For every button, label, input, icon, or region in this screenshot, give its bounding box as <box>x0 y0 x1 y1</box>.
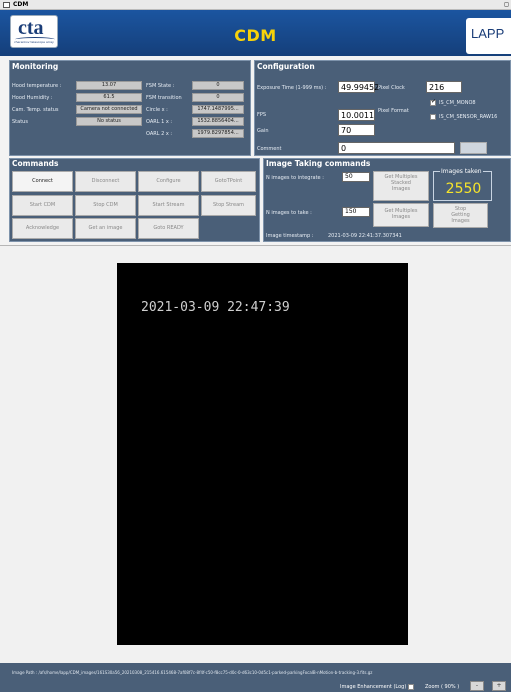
disconnect-button[interactable]: Disconnect <box>75 171 136 192</box>
get-image-button[interactable]: Get an image <box>75 218 136 239</box>
image-enhancement-label: Image Enhancement (Log) <box>340 684 407 690</box>
image-timestamp-value: 2021-03-09 22:41:37.307341 <box>328 233 402 239</box>
format-raw16-label: IS_CM_SENSOR_RAW16 <box>439 114 498 120</box>
gain-input[interactable]: 70 <box>338 124 375 136</box>
window-title: CDM <box>13 1 29 8</box>
circle-x-label: Circle x : <box>146 107 168 113</box>
hood-temperature-label: Hood temperature : <box>12 83 62 89</box>
n-take-input[interactable]: 150 <box>342 207 370 217</box>
stop-getting-line-3: Images <box>451 218 470 224</box>
oarl-2x-value: 1979.8297854... <box>192 129 244 138</box>
zoom-in-button[interactable]: + <box>492 681 506 691</box>
lapp-logo-text: LAPP <box>471 26 505 41</box>
n-integrate-input[interactable]: 50 <box>342 172 370 182</box>
fps-input[interactable]: 10.0011 <box>338 109 375 121</box>
comment-submit-button[interactable] <box>460 142 487 154</box>
cam-temp-status-label: Cam. Temp. status <box>12 107 59 113</box>
goto-tpoint-button[interactable]: GotoTPoint <box>201 171 256 192</box>
stop-getting-images-button[interactable]: Stop Getting Images <box>433 203 488 228</box>
fsm-transition-value: 0 <box>192 93 244 102</box>
configuration-title: Configuration <box>257 62 315 71</box>
gain-label: Gain <box>257 128 269 134</box>
zoom-label: Zoom ( 90% ) <box>425 684 460 690</box>
fsm-state-value: 0 <box>192 81 244 90</box>
image-path-label: Image Path : <box>12 670 38 675</box>
stop-stream-button[interactable]: Stop Stream <box>201 195 256 216</box>
pixel-clock-input[interactable]: 216 <box>426 81 462 93</box>
image-enhancement-checkbox[interactable] <box>408 684 414 690</box>
get-multiple-images-button[interactable]: Get Multiples Images <box>373 203 429 227</box>
goto-ready-button[interactable]: Goto READY <box>138 218 199 239</box>
configure-button[interactable]: Configure <box>138 171 199 192</box>
acknowledge-button[interactable]: Acknowledge <box>12 218 73 239</box>
images-taken-box: Images taken 2550 <box>433 168 492 201</box>
format-raw16-checkbox[interactable] <box>430 114 436 120</box>
monitoring-title: Monitoring <box>12 62 59 71</box>
exposure-label: Exposure Time (1-999 ms) : <box>257 85 327 91</box>
image-path: Image Path : /afs/home/lapp/CDM_images/1… <box>12 670 502 675</box>
camera-image[interactable]: 2021-03-09 22:47:39 <box>117 263 408 645</box>
n-take-label: N images to take : <box>266 210 312 216</box>
hood-humidity-label: Hood Humidity : <box>12 95 53 101</box>
image-taking-title: Image Taking commands <box>266 159 371 168</box>
image-path-value: /afs/home/lapp/CDM_images/161S30a56_2021… <box>38 670 373 675</box>
status-value: No status <box>76 117 142 126</box>
comment-label: Comment <box>257 146 282 152</box>
images-taken-label: Images taken <box>440 168 483 175</box>
exposure-input[interactable]: 49.99452 <box>338 81 379 93</box>
start-cdm-button[interactable]: Start CDM <box>12 195 73 216</box>
zoom-out-button[interactable]: - <box>470 681 484 691</box>
image-timestamp-overlay: 2021-03-09 22:47:39 <box>141 300 290 315</box>
fsm-transition-label: FSM transition <box>146 95 182 101</box>
comment-input[interactable]: 0 <box>338 142 455 154</box>
hood-humidity-value: 61.5 <box>76 93 142 102</box>
oarl-1x-value: 1532.8856404... <box>192 117 244 126</box>
circle-x-value: 1747.1487995... <box>192 105 244 114</box>
status-label: Status <box>12 119 28 125</box>
fps-label: FPS <box>257 112 267 118</box>
stop-cdm-button[interactable]: Stop CDM <box>75 195 136 216</box>
oarl-2x-label: OARL 2 x : <box>146 131 173 137</box>
format-mono8-checkbox[interactable] <box>430 98 436 106</box>
images-taken-value: 2550 <box>445 181 482 197</box>
image-timestamp-label: Image timestamp : <box>266 233 314 239</box>
get-multiple-stacked-line-3: Images <box>391 186 411 192</box>
pixel-format-label: Pixel Format <box>378 108 409 114</box>
commands-title: Commands <box>12 159 59 168</box>
pixel-clock-label: Pixel Clock <box>378 85 405 91</box>
window-icon <box>3 2 10 8</box>
get-multiple-images-line-2: Images <box>391 214 411 220</box>
format-mono8-label: IS_CM_MONO8 <box>439 100 476 106</box>
app-title: CDM <box>234 26 277 45</box>
lapp-logo: LAPP <box>466 18 511 54</box>
hood-temperature-value: 13.07 <box>76 81 142 90</box>
cam-temp-status-value: Camera not connected <box>76 105 142 114</box>
connect-button[interactable]: Connect <box>12 171 73 192</box>
get-multiple-stacked-button[interactable]: Get Multiples Stacked Images <box>373 171 429 201</box>
start-stream-button[interactable]: Start Stream <box>138 195 199 216</box>
fsm-state-label: FSM State : <box>146 83 175 89</box>
oarl-1x-label: OARL 1 x : <box>146 119 173 125</box>
footer-bar: Image Path : /afs/home/lapp/CDM_images/1… <box>0 663 511 692</box>
maximize-icon[interactable]: ◻ <box>504 1 509 8</box>
n-integrate-label: N images to integrate : <box>266 175 324 181</box>
window-titlebar: CDM ◻ <box>0 0 511 10</box>
